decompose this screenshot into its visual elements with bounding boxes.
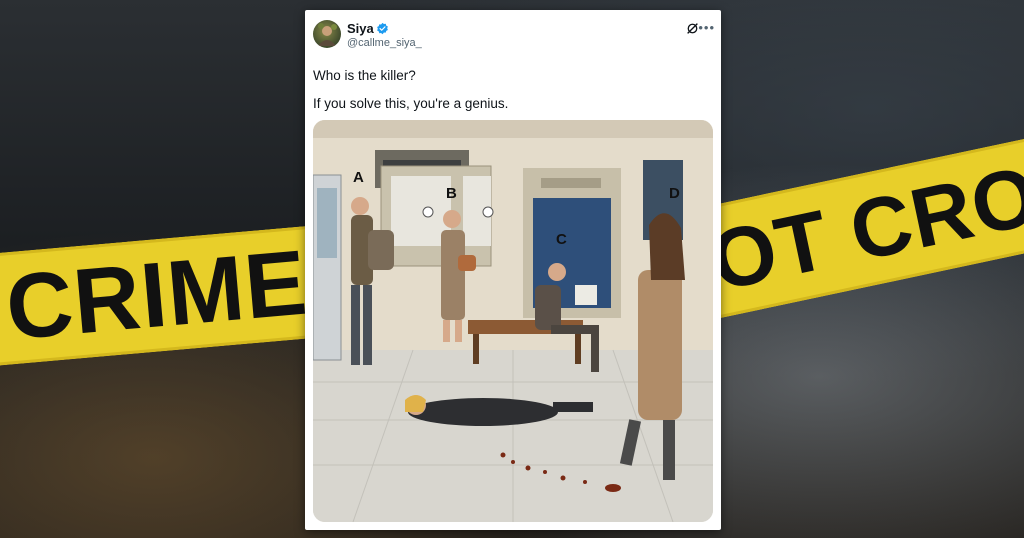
- author-name[interactable]: Siya: [347, 21, 374, 36]
- grok-icon[interactable]: [686, 22, 699, 35]
- avatar[interactable]: [313, 20, 341, 48]
- more-options-icon[interactable]: •••: [698, 20, 715, 35]
- verified-badge-icon: [377, 22, 388, 35]
- tweet-text-line2: If you solve this, you're a genius.: [313, 96, 509, 111]
- label-c: C: [556, 231, 567, 248]
- label-b: B: [446, 185, 457, 202]
- tweet-image[interactable]: A B C D: [313, 120, 713, 522]
- author-handle[interactable]: @callme_siya_: [347, 37, 422, 49]
- label-d: D: [669, 185, 680, 202]
- crime-scene-tape-right: OT CROSS: [692, 132, 1024, 320]
- tweet-card: Siya @callme_siya_ ••• Who is the killer…: [305, 10, 721, 530]
- label-a: A: [353, 169, 364, 186]
- tweet-text-line1: Who is the killer?: [313, 68, 416, 83]
